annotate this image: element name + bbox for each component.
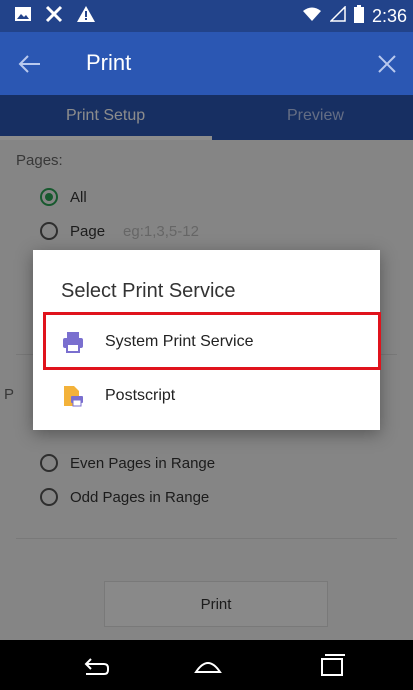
signal-icon <box>329 5 346 27</box>
navigation-bar <box>0 640 413 690</box>
dialog-title: Select Print Service <box>61 280 236 302</box>
status-right-icons: 2:36 <box>302 5 407 28</box>
image-icon <box>14 6 32 27</box>
home-nav-icon[interactable] <box>193 652 223 678</box>
warning-icon <box>76 5 96 28</box>
postscript-file-icon <box>61 384 85 408</box>
clock: 2:36 <box>371 6 407 26</box>
battery-icon <box>353 5 364 28</box>
back-arrow-icon[interactable] <box>14 48 46 80</box>
page-title: Print <box>86 50 132 75</box>
recents-nav-icon[interactable] <box>317 652 347 678</box>
close-icon[interactable] <box>371 48 403 80</box>
print-service-option-postscript[interactable]: Postscript <box>33 370 380 422</box>
status-left-icons <box>14 5 96 28</box>
status-bar: 2:36 <box>0 0 413 32</box>
back-nav-icon[interactable] <box>80 652 110 678</box>
select-print-service-dialog: Select Print Service System Print Servic… <box>33 250 381 430</box>
app-bar: Print <box>0 32 413 95</box>
highlight-box <box>43 312 381 370</box>
scissors-icon <box>44 5 64 28</box>
wifi-icon <box>302 6 322 27</box>
option-label: Postscript <box>105 387 176 404</box>
